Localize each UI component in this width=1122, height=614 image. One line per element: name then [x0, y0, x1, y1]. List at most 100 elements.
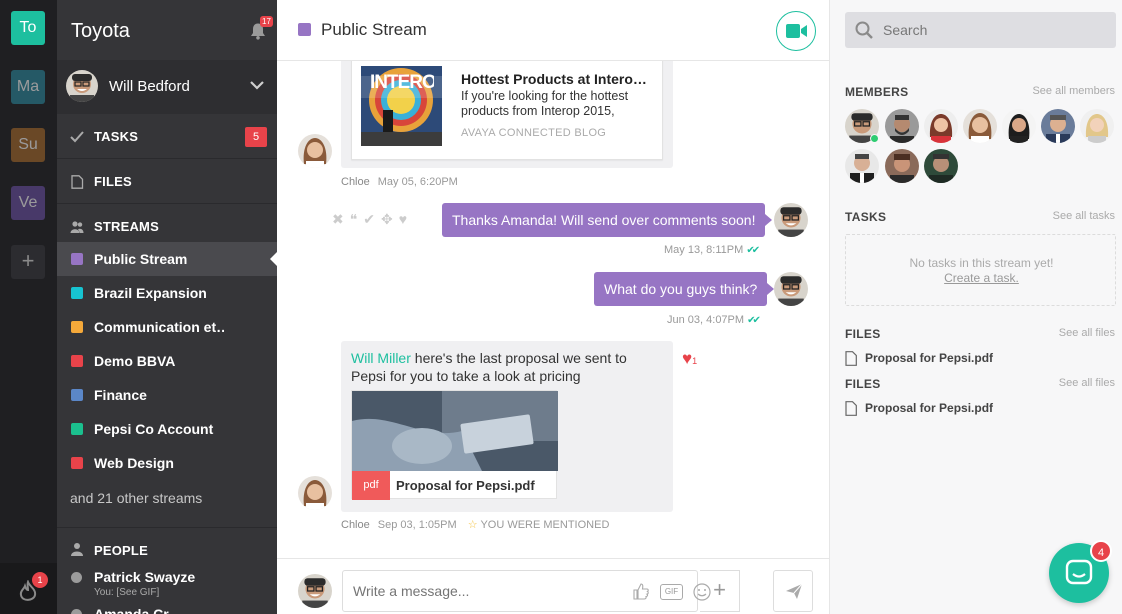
stream-color-swatch	[71, 389, 83, 401]
other-streams-link[interactable]: and 21 other streams	[70, 490, 202, 506]
member-avatar[interactable]	[845, 149, 879, 183]
workspace-toyota[interactable]: To	[11, 11, 45, 45]
read-ticks-icon: ✔✔	[746, 245, 760, 256]
member-avatar[interactable]	[963, 109, 997, 143]
quote-icon[interactable]: ❝	[350, 211, 364, 227]
gif-button[interactable]: GIF	[660, 584, 683, 600]
file-name: Proposal for Pepsi.pdf	[865, 351, 994, 365]
chloe-avatar[interactable]	[298, 134, 332, 168]
files-label: FILES	[94, 174, 132, 189]
create-task-link[interactable]: Create a task.	[846, 271, 1117, 285]
person-icon	[71, 543, 83, 556]
chat-icon	[1065, 559, 1093, 585]
member-avatar[interactable]	[845, 109, 879, 143]
check-icon[interactable]: ✔	[363, 211, 381, 227]
user-menu[interactable]: Will Bedford	[57, 60, 277, 114]
member-avatar[interactable]	[1002, 109, 1036, 143]
stream-color-swatch	[71, 321, 83, 333]
see-all-members-link[interactable]: See all members	[1032, 85, 1115, 97]
file-icon	[845, 351, 857, 366]
bubble-tail	[765, 214, 773, 226]
workspace-ma[interactable]: Ma	[11, 70, 45, 104]
read-ticks-icon: ✔✔	[747, 315, 761, 326]
file-item[interactable]: Proposal for Pepsi.pdf	[845, 401, 1045, 419]
sidebar-stream-finance[interactable]: Finance	[57, 378, 277, 412]
empty-tasks-box: No tasks in this stream yet! Create a ta…	[845, 234, 1116, 306]
stream-label: Communication et…	[94, 319, 224, 335]
attachment-preview-image	[352, 391, 558, 471]
message-author[interactable]: Chloe	[341, 519, 370, 531]
search-box[interactable]: Search	[845, 12, 1116, 48]
stream-label: Brazil Expansion	[94, 285, 207, 301]
add-workspace-button[interactable]: +	[11, 245, 45, 279]
file-item[interactable]: Proposal for Pepsi.pdf	[845, 351, 1045, 369]
link-description: If you're looking for the hottest produc…	[461, 89, 629, 118]
stream-label: Public Stream	[94, 251, 188, 267]
chevron-down-icon[interactable]	[250, 80, 264, 90]
message-time: Jun 03, 4:07PM	[667, 314, 745, 326]
stream-header: Public Stream	[277, 0, 829, 61]
message-text: What do you guys think?	[604, 281, 758, 297]
message-meta: May 13, 8:11PM ✔✔	[664, 244, 760, 256]
stream-label: Web Design	[94, 455, 174, 471]
link-preview-card[interactable]: INTERO Hottest Products at Intero… If yo…	[351, 61, 663, 160]
star-icon: ☆	[467, 519, 478, 531]
message-bubble-own: Thanks Amanda! Will send over comments s…	[442, 203, 773, 237]
tasks-count-badge: 5	[245, 127, 267, 147]
member-avatar[interactable]	[924, 149, 958, 183]
video-call-button[interactable]	[776, 11, 816, 51]
move-icon[interactable]: ✥	[381, 211, 399, 227]
add-attachment-button[interactable]: +	[700, 570, 740, 612]
workspace-ve[interactable]: Ve	[11, 186, 45, 220]
stream-color-swatch	[71, 253, 83, 265]
message-time: May 05, 6:20PM	[377, 176, 458, 188]
org-name[interactable]: Toyota	[71, 20, 130, 43]
member-avatar[interactable]	[924, 109, 958, 143]
person-last-message: You: [See GIF]	[94, 587, 160, 598]
member-avatar[interactable]	[885, 109, 919, 143]
user-avatar	[66, 70, 98, 102]
send-button[interactable]	[773, 570, 813, 612]
search-input[interactable]: Search	[883, 22, 927, 38]
message-author[interactable]: Chloe	[341, 176, 370, 188]
member-avatar[interactable]	[1041, 109, 1075, 143]
like-count: 1	[692, 356, 698, 366]
will-avatar[interactable]	[774, 272, 808, 306]
sidebar-people-header[interactable]: PEOPLE	[57, 527, 277, 565]
see-all-tasks-link[interactable]: See all tasks	[1053, 210, 1115, 222]
stream-color-swatch	[298, 23, 311, 36]
will-avatar[interactable]	[774, 203, 808, 237]
see-all-files-link[interactable]: See all files	[1059, 327, 1115, 339]
sidebar-stream-brazil-expansion[interactable]: Brazil Expansion	[57, 276, 277, 310]
file-attachment[interactable]: pdf Proposal for Pepsi.pdf	[351, 390, 558, 500]
see-all-files-link[interactable]: See all files	[1059, 377, 1115, 389]
presence-dot	[71, 609, 82, 614]
sidebar-tasks[interactable]: TASKS 5	[57, 115, 277, 159]
sidebar-stream-communication[interactable]: Communication et…	[57, 310, 277, 344]
thumbs-up-icon[interactable]	[633, 583, 649, 600]
sidebar-stream-public-stream[interactable]: Public Stream	[57, 242, 277, 276]
member-avatar[interactable]	[1080, 109, 1114, 143]
member-avatar[interactable]	[885, 149, 919, 183]
sidebar-streams-header[interactable]: STREAMS	[57, 205, 277, 242]
sidebar-files[interactable]: FILES	[57, 160, 277, 204]
sidebar-stream-web-design[interactable]: Web Design	[57, 446, 277, 480]
presence-dot	[71, 572, 82, 583]
sidebar-stream-demo-bbva[interactable]: Demo BBVA	[57, 344, 277, 378]
active-indicator	[270, 252, 277, 266]
sidebar-stream-pepsi-co-account[interactable]: Pepsi Co Account	[57, 412, 277, 446]
person-patrick-swayze[interactable]: Patrick Swayze	[94, 569, 195, 585]
attachment-file-name[interactable]: Proposal for Pepsi.pdf	[396, 478, 535, 493]
mention[interactable]: Will Miller	[351, 350, 411, 366]
chloe-avatar[interactable]	[298, 476, 332, 510]
workspace-su[interactable]: Su	[11, 128, 45, 162]
stream-color-swatch	[71, 355, 83, 367]
message-actions: ✖❝✔✥♥	[332, 211, 413, 228]
heart-icon[interactable]: ♥	[399, 211, 413, 227]
link-title[interactable]: Hottest Products at Intero…	[461, 71, 651, 87]
person-amanda[interactable]: Amanda Cr…	[94, 606, 183, 614]
like-indicator[interactable]: ♥1	[682, 349, 697, 369]
pdf-type-badge: pdf	[352, 471, 390, 500]
send-icon	[786, 583, 803, 599]
close-icon[interactable]: ✖	[332, 211, 350, 227]
